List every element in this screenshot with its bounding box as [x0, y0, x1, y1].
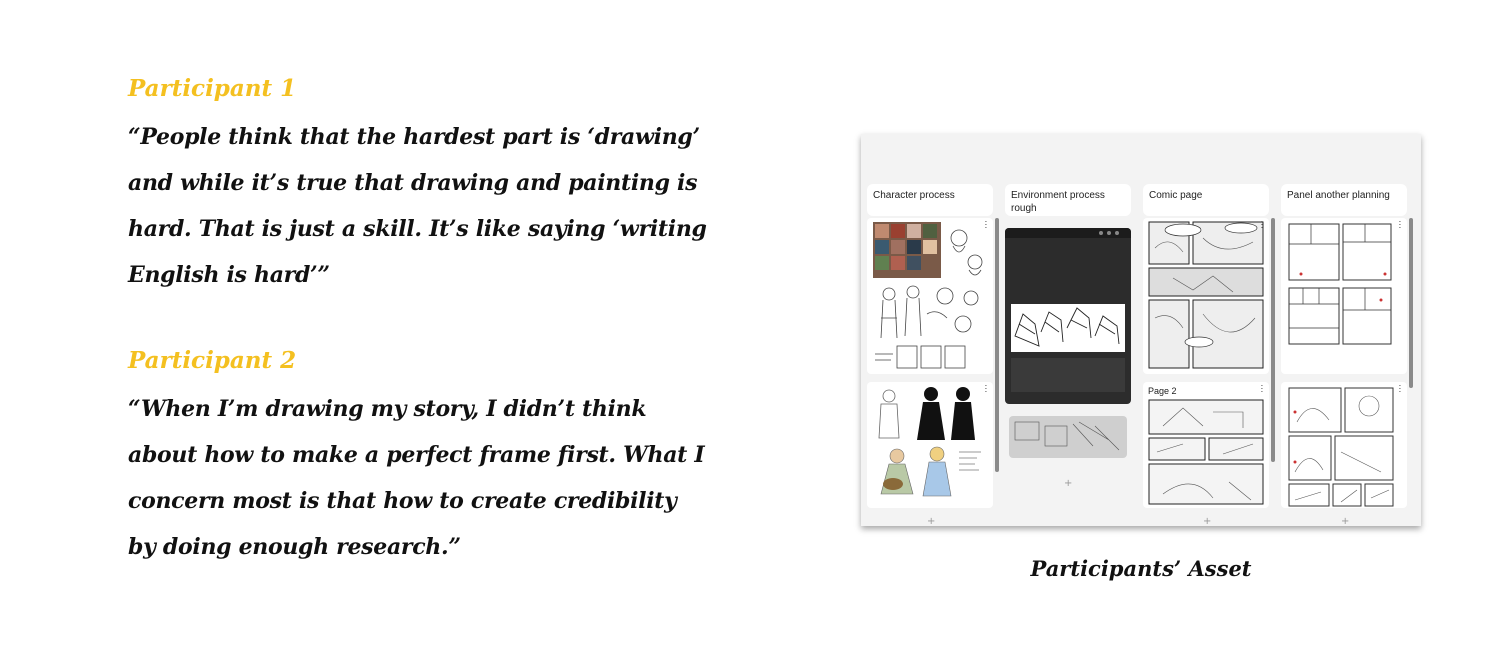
participant-2-quote-line-4: by doing enough research.” — [128, 534, 461, 560]
board-column-environment-process: Environment process rough — [1005, 184, 1131, 216]
column-scrollbar[interactable] — [995, 218, 999, 472]
panel-layout-image — [1288, 223, 1392, 345]
card-menu-icon[interactable]: ⋯ — [980, 384, 990, 393]
column-title: Comic page — [1143, 184, 1269, 216]
figure-caption: Participants’ Asset — [1030, 556, 1252, 581]
participant-2-quote-line-2: about how to make a perfect frame first.… — [128, 442, 705, 468]
add-card-icon[interactable]: + — [1203, 516, 1211, 526]
board-column-character-process: Character process — [867, 184, 993, 216]
character-sketch-image — [873, 222, 983, 369]
participant-1-quote-line-4: English is hard’” — [128, 262, 330, 288]
character-silhouette-card[interactable]: ⋯ — [867, 382, 993, 508]
add-card-icon[interactable]: + — [927, 516, 935, 526]
environment-sketch-card[interactable] — [1005, 228, 1131, 404]
card-menu-icon[interactable]: ⋯ — [1394, 384, 1404, 393]
board-column-panel-planning: Panel another planning — [1281, 184, 1407, 216]
column-scrollbar[interactable] — [1271, 218, 1275, 462]
participant-2-label: Participant 2 — [128, 347, 297, 374]
board-column-comic-page: Comic page — [1143, 184, 1269, 216]
comic-page-image — [1148, 221, 1264, 369]
column-scrollbar[interactable] — [1409, 218, 1413, 388]
quotes-section: Participant 1 “People think that the har… — [128, 70, 728, 570]
character-silhouette-image — [878, 387, 981, 497]
comic-page-2-image — [1148, 399, 1264, 505]
panel-sketch-card[interactable]: ⋯ — [1281, 382, 1407, 508]
asset-board-screenshot: Character process ⋯ ⋯ + Environment proc… — [861, 134, 1421, 526]
panel-layout-card[interactable]: ⋯ — [1281, 218, 1407, 374]
participant-2-quote-line-1: “When I’m drawing my story, I didn’t thi… — [128, 396, 647, 422]
participant-1-label: Participant 1 — [128, 75, 297, 102]
add-card-icon[interactable]: + — [1064, 478, 1072, 489]
environment-rough-image — [1014, 421, 1120, 451]
panel-sketch-image — [1288, 387, 1394, 507]
participant-1-block: Participant 1 “People think that the har… — [128, 70, 728, 298]
participant-2-block: Participant 2 “When I’m drawing my story… — [128, 342, 728, 570]
add-card-icon[interactable]: + — [1341, 516, 1349, 526]
column-title: Panel another planning — [1281, 184, 1407, 216]
environment-sketch-image — [1005, 228, 1131, 392]
participant-2-quote-line-3: concern most is that how to create credi… — [128, 488, 677, 514]
comic-page-card[interactable]: ⋯ — [1143, 218, 1269, 374]
column-title: Environment process rough — [1005, 184, 1131, 216]
card-menu-icon[interactable]: ⋯ — [980, 220, 990, 229]
card-menu-icon[interactable]: ⋯ — [1256, 220, 1266, 229]
participant-1-quote-line-1: “People think that the hardest part is ‘… — [128, 124, 700, 150]
comic-page-2-card[interactable]: Page 2 ⋯ — [1143, 382, 1269, 508]
participant-1-quote-line-3: hard. That is just a skill. It’s like sa… — [128, 216, 707, 242]
participant-1-quote-line-2: and while it’s true that drawing and pai… — [128, 170, 698, 196]
card-menu-icon[interactable]: ⋯ — [1394, 220, 1404, 229]
character-sketch-card[interactable]: ⋯ — [867, 218, 993, 374]
environment-rough-card[interactable] — [1009, 416, 1127, 458]
card-menu-icon[interactable]: ⋯ — [1256, 384, 1266, 393]
column-title: Character process — [867, 184, 993, 216]
